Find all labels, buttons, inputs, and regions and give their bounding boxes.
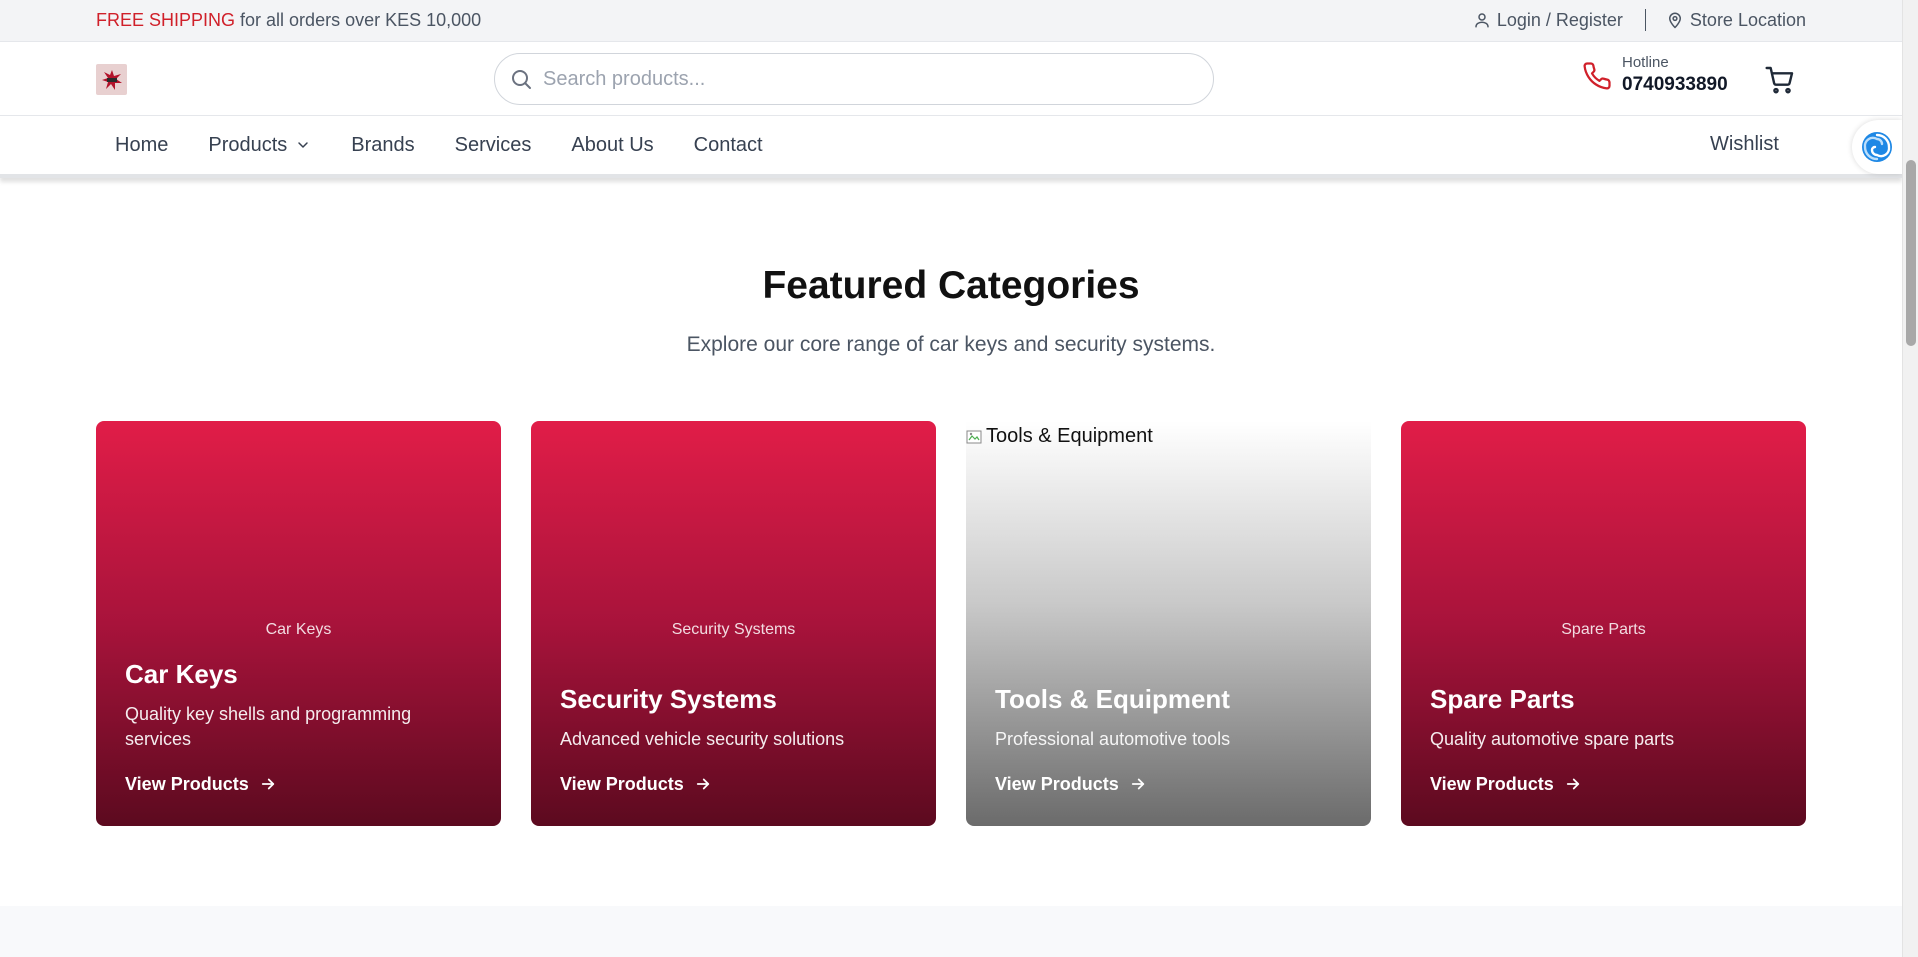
logo-mark-icon	[101, 69, 122, 90]
map-pin-icon	[1668, 12, 1681, 29]
nav-about-us[interactable]: About Us	[571, 134, 653, 157]
hotline[interactable]: Hotline 0740933890	[1582, 54, 1728, 98]
chevron-down-icon	[298, 142, 309, 148]
card-content: Car Keys Quality key shells and programm…	[125, 658, 472, 796]
card-content: Tools & Equipment Professional automotiv…	[995, 683, 1342, 796]
nav-items: Home Products Brands Services About Us C…	[115, 116, 803, 174]
card-title: Security Systems	[560, 684, 777, 714]
card-description: Quality automotive spare parts	[1430, 729, 1675, 749]
broken-image-icon	[966, 430, 982, 443]
card-content: Security Systems Advanced vehicle securi…	[560, 683, 907, 796]
view-products-link[interactable]: View Products	[125, 772, 472, 796]
next-section	[0, 906, 1902, 957]
top-bar-divider	[1644, 9, 1646, 31]
card-image-alt: Tools & Equipment	[986, 425, 1153, 447]
search-input[interactable]	[543, 67, 1183, 91]
assistant-button[interactable]	[1852, 120, 1902, 174]
cart-icon	[1765, 66, 1794, 94]
top-bar: FREE SHIPPING for all orders over KES 10…	[0, 0, 1902, 42]
card-image-alt: Security Systems	[671, 621, 796, 638]
nav-products[interactable]: Products	[208, 134, 311, 157]
login-register-label: Login / Register	[1496, 9, 1623, 30]
page: FREE SHIPPING for all orders over KES 10…	[0, 0, 1902, 957]
site-header: Hotline 0740933890	[0, 42, 1902, 116]
arrow-right-icon	[1131, 778, 1144, 790]
page-scrollbar[interactable]	[1902, 0, 1918, 957]
phone-icon	[1583, 62, 1611, 90]
arrow-right-icon	[261, 778, 274, 790]
nav-contact[interactable]: Contact	[694, 134, 763, 157]
category-card-tools-equipment[interactable]: Tools & Equipment Tools & Equipment Prof…	[966, 421, 1371, 826]
store-location-label: Store Location	[1689, 9, 1806, 30]
search-icon	[512, 70, 531, 89]
card-content: Spare Parts Quality automotive spare par…	[1430, 683, 1777, 796]
view-products-link[interactable]: View Products	[995, 772, 1342, 796]
view-products-link[interactable]: View Products	[560, 772, 907, 796]
store-location-link[interactable]: Store Location	[1666, 10, 1806, 31]
card-image-alt: Car Keys	[265, 621, 332, 638]
nav-wishlist[interactable]: Wishlist	[1710, 133, 1779, 156]
view-products-label: View Products	[995, 774, 1119, 794]
card-description: Advanced vehicle security solutions	[560, 729, 845, 749]
user-icon	[1475, 13, 1489, 28]
login-register-link[interactable]: Login / Register	[1473, 10, 1623, 31]
view-products-label: View Products	[125, 774, 249, 794]
promo-highlight: FREE SHIPPING	[96, 10, 236, 30]
cart-button[interactable]	[1764, 64, 1796, 96]
hotline-number: 0740933890	[1622, 74, 1728, 95]
search-box	[494, 53, 1214, 105]
arrow-right-icon	[696, 778, 709, 790]
section-subtitle: Explore our core range of car keys and s…	[686, 333, 1216, 356]
nav-services[interactable]: Services	[455, 134, 532, 157]
nav-home[interactable]: Home	[115, 134, 168, 157]
view-products-label: View Products	[1430, 774, 1554, 794]
nav-brands[interactable]: Brands	[351, 134, 414, 157]
view-products-link[interactable]: View Products	[1430, 772, 1777, 796]
card-title: Spare Parts	[1430, 684, 1575, 714]
arrow-right-icon	[1566, 778, 1579, 790]
category-card-car-keys[interactable]: Car Keys Car Keys Quality key shells and…	[96, 421, 501, 826]
scrollbar-thumb[interactable]	[1906, 160, 1916, 346]
hotline-text: Hotline 0740933890	[1622, 54, 1728, 98]
card-description: Professional automotive tools	[995, 729, 1231, 749]
site-logo[interactable]	[96, 64, 127, 95]
main-nav: Home Products Brands Services About Us C…	[0, 116, 1902, 178]
broken-image: Tools & Equipment	[966, 425, 1153, 448]
shipping-promo: FREE SHIPPING for all orders over KES 10…	[96, 10, 481, 31]
hotline-label: Hotline	[1622, 54, 1669, 71]
category-cards: Car Keys Car Keys Quality key shells and…	[96, 421, 1806, 826]
promo-text: for all orders over KES 10,000	[235, 10, 482, 30]
section-title: Featured Categories	[762, 264, 1140, 307]
card-image-alt: Spare Parts	[1561, 621, 1646, 638]
view-products-label: View Products	[560, 774, 684, 794]
card-title: Car Keys	[125, 659, 238, 689]
category-card-spare-parts[interactable]: Spare Parts Spare Parts Quality automoti…	[1401, 421, 1806, 826]
card-description: Quality key shells and programming servi…	[125, 704, 412, 749]
category-card-security-systems[interactable]: Security Systems Security Systems Advanc…	[531, 421, 936, 826]
top-bar-links: Login / Register Store Location	[1473, 9, 1806, 31]
assistant-swirl-icon	[1862, 132, 1892, 162]
nav-products-label: Products	[208, 133, 288, 156]
card-title: Tools & Equipment	[995, 684, 1230, 714]
